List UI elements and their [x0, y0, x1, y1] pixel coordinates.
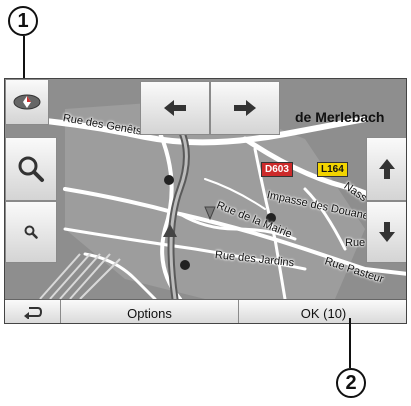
callout-2-number: 2: [345, 371, 357, 394]
zoom-out-button[interactable]: [5, 201, 57, 263]
compass-button[interactable]: [5, 79, 49, 125]
poi-marker[interactable]: [164, 175, 174, 185]
callout-2: 2: [336, 368, 366, 398]
arrow-up-icon: [378, 157, 396, 181]
back-button[interactable]: [5, 300, 61, 323]
zoom-in-button[interactable]: [5, 137, 57, 201]
magnifier-small-icon: [24, 225, 38, 239]
magnifier-large-icon: [17, 155, 45, 183]
bottom-bar: Options OK (10): [5, 299, 406, 323]
poi-marker[interactable]: [180, 260, 190, 270]
pan-down-button[interactable]: [366, 201, 406, 263]
arrow-down-icon: [378, 220, 396, 244]
callout-1-number: 1: [17, 9, 29, 32]
pan-left-button[interactable]: [140, 81, 210, 135]
pan-right-button[interactable]: [210, 81, 280, 135]
callout-2-line: [349, 318, 351, 368]
arrow-right-icon: [232, 98, 258, 118]
options-button[interactable]: Options: [61, 300, 239, 323]
navigation-screen: de Merlebach Rue des Genêts Impasse des …: [4, 78, 407, 324]
arrow-left-icon: [162, 98, 188, 118]
callout-1: 1: [8, 6, 38, 36]
road-shield-l164: L164: [317, 162, 348, 177]
compass-icon: [12, 93, 42, 111]
road-label-rue: Rue: [345, 237, 366, 249]
ok-button[interactable]: OK (10): [239, 300, 406, 323]
pan-up-button[interactable]: [366, 137, 406, 201]
return-arrow-icon: [23, 305, 43, 322]
place-label: de Merlebach: [295, 109, 385, 125]
road-shield-d603: D603: [261, 162, 293, 177]
